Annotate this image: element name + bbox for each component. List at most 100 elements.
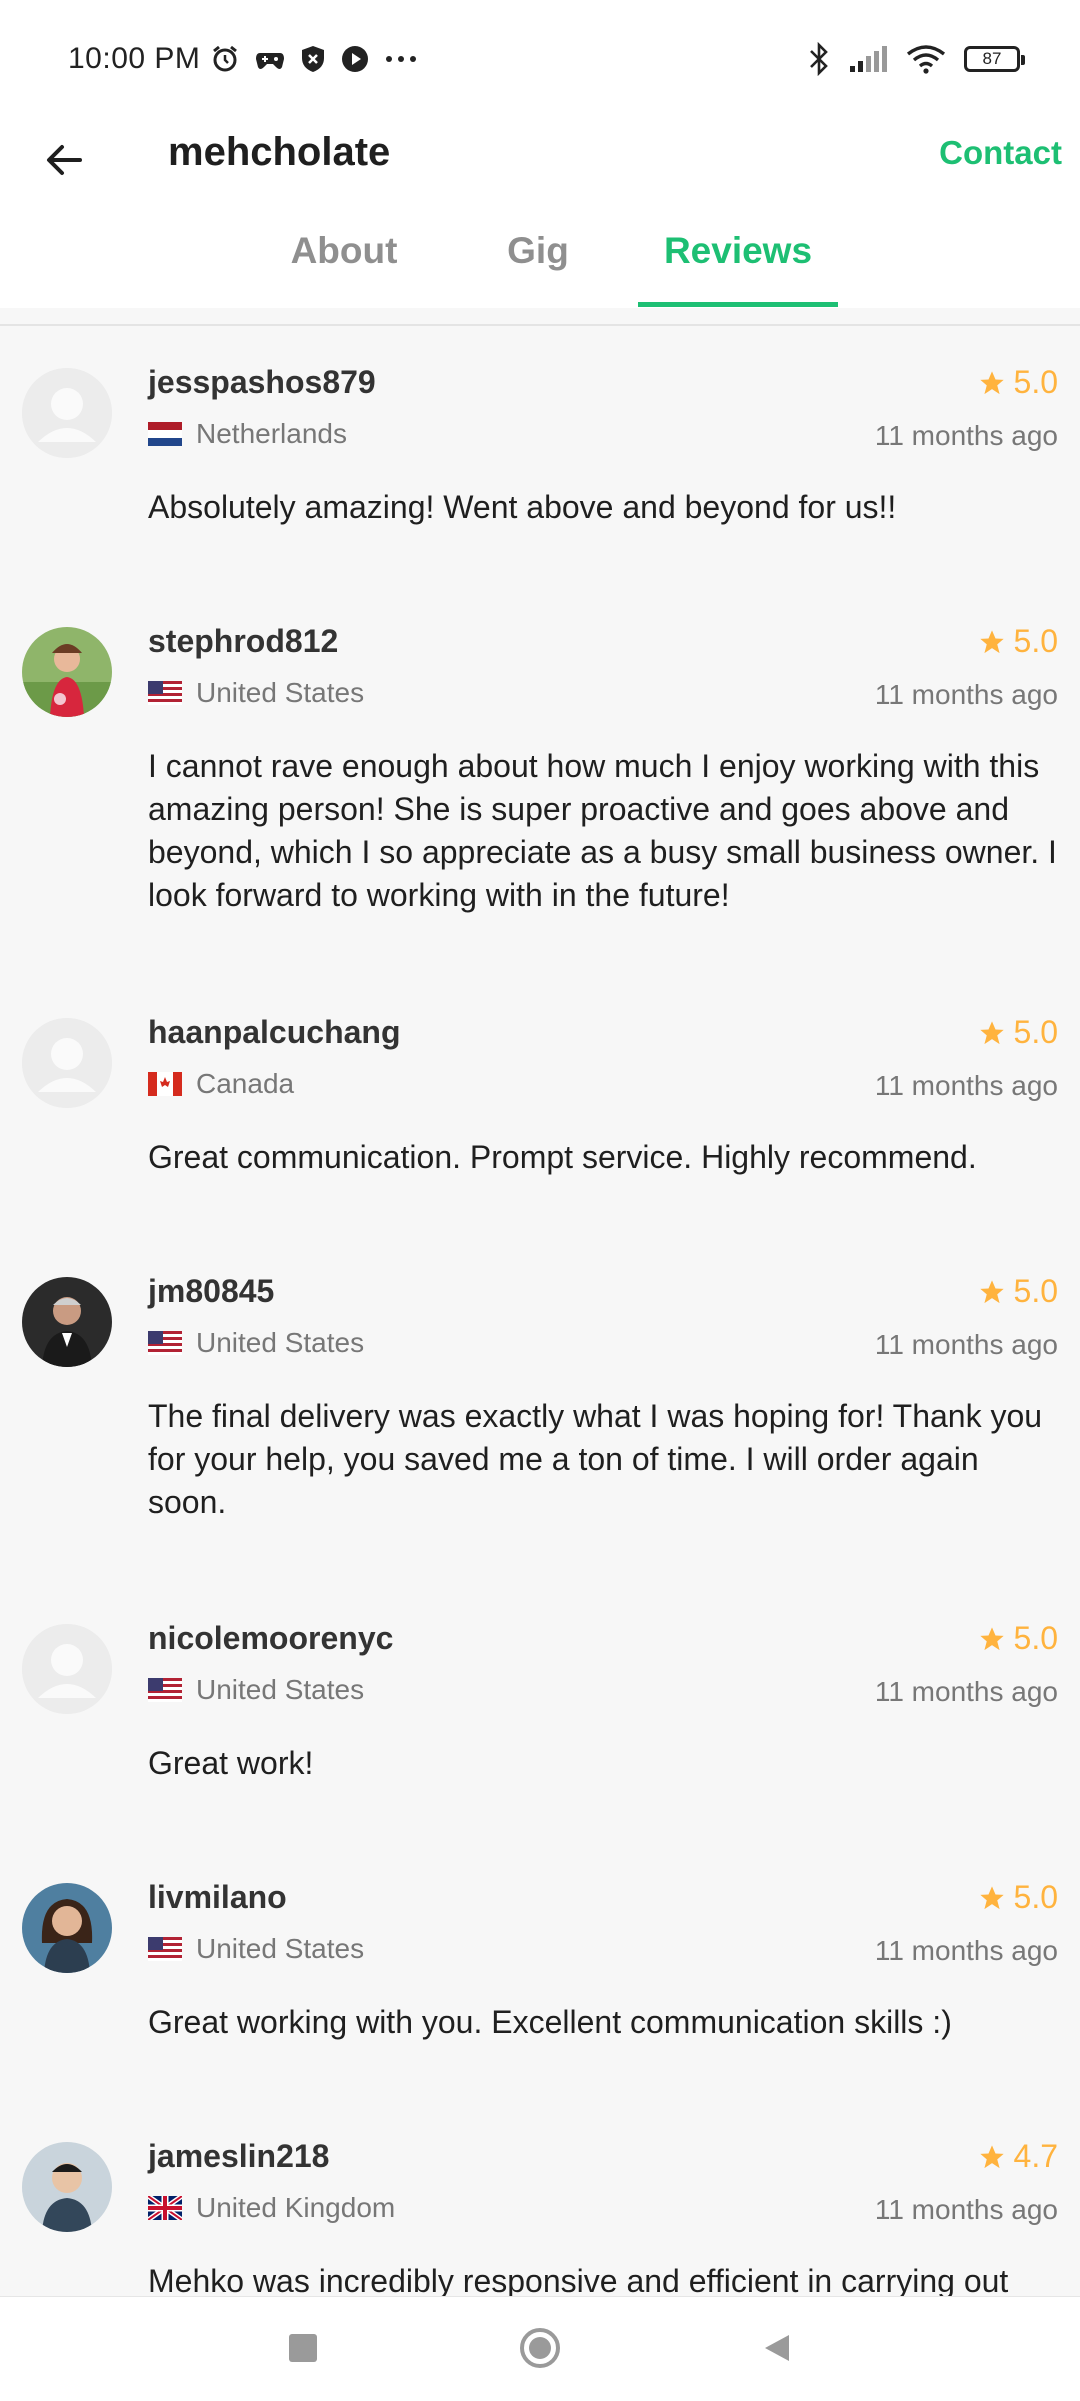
star-icon — [979, 1020, 1004, 1044]
photo-avatar[interactable] — [22, 627, 112, 717]
user-placeholder-icon — [22, 1018, 112, 1108]
user-photo-icon — [22, 2142, 112, 2232]
review-username[interactable]: livmilano — [148, 1879, 287, 1916]
shield-icon — [302, 46, 325, 72]
app-header: mehcholate Contact About Gig Reviews — [0, 118, 1080, 308]
system-back-button[interactable] — [752, 2323, 802, 2373]
recents-square-icon — [289, 2334, 317, 2362]
review-username[interactable]: haanpalcuchang — [148, 1014, 401, 1051]
rating-value: 5.0 — [1013, 623, 1058, 659]
review-username[interactable]: jesspashos879 — [148, 364, 376, 401]
media-icon — [342, 46, 369, 72]
tab-gig[interactable]: Gig — [486, 210, 590, 308]
review-username[interactable]: nicolemoorenyc — [148, 1620, 393, 1657]
review-text: Great working with you. Excellent commun… — [148, 2004, 952, 2040]
recents-button[interactable] — [278, 2323, 328, 2373]
default-avatar — [22, 1624, 112, 1714]
reviewer-country: United Kingdom — [148, 2192, 395, 2224]
home-button[interactable] — [515, 2323, 565, 2373]
review-time: 11 months ago — [874, 1070, 1058, 1101]
review-time: 11 months ago — [874, 679, 1058, 710]
photo-avatar[interactable] — [22, 1277, 112, 1367]
contact-button[interactable]: Contact — [939, 134, 1062, 172]
user-placeholder-icon — [22, 1624, 112, 1714]
star-icon — [979, 1885, 1004, 1909]
review-rating: 5.0 — [978, 1620, 1058, 1657]
reviews-list[interactable]: jesspashos879 5.0 Netherlands 11 months … — [0, 326, 1080, 2296]
review-rating: 4.7 — [978, 2138, 1058, 2175]
country-name: Netherlands — [196, 418, 347, 449]
rating-value: 5.0 — [1013, 1879, 1058, 1915]
rating-value: 4.7 — [1013, 2138, 1058, 2174]
review-item: livmilano 5.0 United States 11 months ag… — [0, 1841, 1080, 2100]
bluetooth-icon — [810, 42, 828, 76]
review-rating: 5.0 — [978, 1273, 1058, 1310]
star-icon — [979, 370, 1004, 394]
battery-icon: 87 — [964, 46, 1025, 72]
status-bar: 10:00 PM 87 — [0, 0, 1080, 118]
star-icon — [979, 2144, 1004, 2168]
review-item: jesspashos879 5.0 Netherlands 11 months … — [0, 326, 1080, 585]
review-text: Great work! — [148, 1745, 314, 1781]
review-text: Absolutely amazing! Went above and beyon… — [148, 489, 897, 525]
user-photo-icon — [22, 1883, 112, 1973]
reviewer-country: United States — [148, 1933, 364, 1965]
user-photo-icon — [22, 1277, 112, 1367]
status-time: 10:00 PM — [68, 42, 201, 75]
star-icon — [979, 1626, 1004, 1650]
wifi-icon — [906, 45, 946, 74]
uk-flag-icon — [148, 2196, 182, 2220]
review-rating: 5.0 — [978, 623, 1058, 660]
rating-value: 5.0 — [1013, 1273, 1058, 1309]
review-item: haanpalcuchang 5.0 Canada 11 months ago … — [0, 976, 1080, 1235]
tab-reviews[interactable]: Reviews — [638, 210, 838, 308]
reviewer-country: Canada — [148, 1068, 294, 1100]
rating-value: 5.0 — [1013, 1014, 1058, 1050]
reviewer-country: United States — [148, 677, 364, 709]
photo-avatar[interactable] — [22, 2142, 112, 2232]
star-icon — [979, 629, 1004, 653]
arrow-back-icon — [47, 145, 82, 175]
more-dots-icon — [386, 56, 417, 62]
review-text: The final delivery was exactly what I wa… — [148, 1398, 1043, 1520]
reviewer-country: Netherlands — [148, 418, 347, 450]
seller-name-title: mehcholate — [168, 130, 391, 174]
photo-avatar[interactable] — [22, 1883, 112, 1973]
active-tab-indicator — [638, 302, 838, 307]
rating-value: 5.0 — [1013, 364, 1058, 400]
system-navigation-bar — [0, 2296, 1080, 2401]
us-flag-icon — [148, 1678, 182, 1702]
default-avatar — [22, 1018, 112, 1108]
country-name: United States — [196, 1327, 365, 1358]
review-text: Mehko was incredibly responsive and effi… — [148, 2263, 1009, 2296]
back-button[interactable] — [36, 132, 92, 188]
review-time: 11 months ago — [874, 2194, 1058, 2225]
review-username[interactable]: stephrod812 — [148, 623, 338, 660]
home-circle-icon — [520, 2328, 560, 2368]
user-placeholder-icon — [22, 368, 112, 458]
netherlands-flag-icon — [148, 422, 182, 446]
review-username[interactable]: jameslin218 — [148, 2138, 329, 2175]
country-name: Canada — [196, 1068, 295, 1099]
canada-flag-icon — [148, 1072, 182, 1096]
review-time: 11 months ago — [874, 1676, 1058, 1707]
profile-tabs: About Gig Reviews — [0, 210, 1080, 308]
review-item: jameslin218 4.7 United Kingdom 11 months… — [0, 2100, 1080, 2296]
tab-about[interactable]: About — [262, 210, 426, 308]
star-icon — [979, 1279, 1004, 1303]
us-flag-icon — [148, 1937, 182, 1961]
game-controller-icon — [256, 53, 285, 69]
review-username[interactable]: jm80845 — [148, 1273, 274, 1310]
us-flag-icon — [148, 681, 182, 705]
us-flag-icon — [148, 1331, 182, 1355]
signal-icon — [850, 46, 887, 72]
review-text: Great communication. Prompt service. Hig… — [148, 1139, 977, 1175]
alarm-icon — [213, 45, 238, 72]
review-item: nicolemoorenyc 5.0 United States 11 mont… — [0, 1582, 1080, 1841]
battery-level: 87 — [982, 49, 1002, 68]
review-item: jm80845 5.0 United States 11 months ago … — [0, 1235, 1080, 1582]
reviewer-country: United States — [148, 1674, 364, 1706]
status-notification-icons — [210, 44, 418, 74]
country-name: United States — [196, 677, 365, 708]
rating-value: 5.0 — [1013, 1620, 1058, 1656]
